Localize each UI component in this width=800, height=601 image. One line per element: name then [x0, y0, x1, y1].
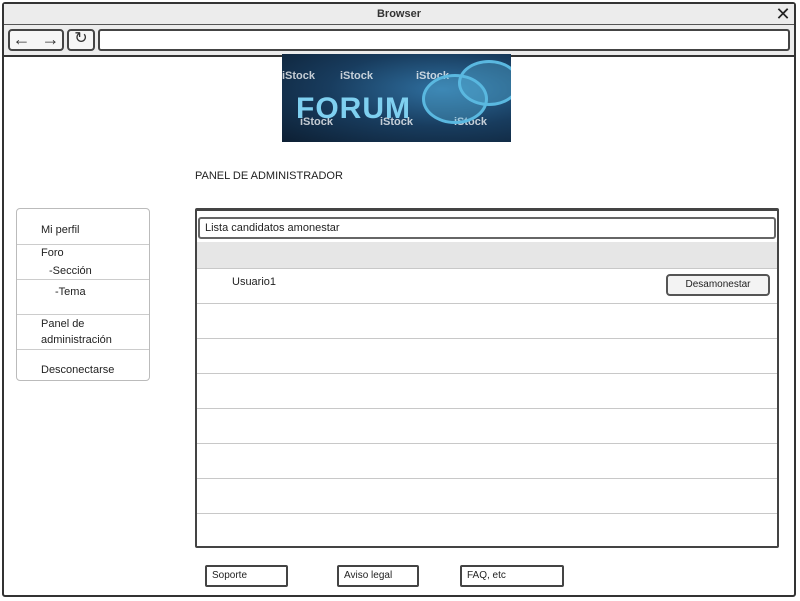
window-title: Browser [376, 8, 422, 20]
row-divider [197, 373, 777, 374]
sidebar-divider [17, 314, 149, 315]
sidebar-item-panel-admin-line2[interactable]: administración [41, 334, 112, 346]
sidebar-item-desconectarse[interactable]: Desconectarse [41, 364, 114, 376]
back-forward-buttons: ← → [8, 29, 64, 51]
user-name: Usuario1 [232, 276, 277, 288]
footer-link-faq[interactable]: FAQ, etc [460, 565, 564, 587]
page-title: PANEL DE ADMINISTRADOR [195, 170, 343, 182]
watermark-1: iStock [282, 70, 316, 82]
row-divider [197, 513, 777, 514]
forward-icon[interactable]: → [42, 29, 60, 49]
reload-button[interactable]: ↻ [67, 29, 95, 51]
sidebar-divider [17, 349, 149, 350]
speech-bubble-icon-2 [458, 60, 511, 106]
forum-banner-image: iStock iStock iStock iStock iStock iStoc… [282, 54, 511, 142]
row-divider [197, 338, 777, 339]
list-header-band [197, 242, 777, 268]
reload-icon: ↻ [74, 30, 88, 47]
row-divider [197, 443, 777, 444]
browser-toolbar: ← → ↻ [4, 25, 794, 57]
sidebar-item-foro[interactable]: Foro [41, 247, 64, 259]
sidebar-menu: Mi perfil Foro -Sección -Tema Panel de a… [16, 208, 150, 381]
row-divider [197, 478, 777, 479]
sidebar-divider [17, 244, 149, 245]
desamonestar-button[interactable]: Desamonestar [666, 274, 770, 296]
admin-panel: Lista candidatos amonestar Usuario1 Desa… [195, 208, 779, 548]
sidebar-item-seccion[interactable]: -Sección [49, 265, 92, 277]
list-title: Lista candidatos amonestar [198, 217, 776, 239]
banner-text: FORUM [296, 92, 411, 125]
sidebar-divider [17, 279, 149, 280]
close-icon[interactable]: ✕ [774, 4, 792, 24]
sidebar-item-tema[interactable]: -Tema [55, 286, 86, 298]
sidebar-item-mi-perfil[interactable]: Mi perfil [41, 224, 80, 236]
address-bar[interactable] [98, 29, 790, 51]
watermark-2: iStock [340, 70, 374, 82]
row-divider [197, 268, 777, 269]
footer-link-soporte[interactable]: Soporte [205, 565, 288, 587]
row-divider [197, 303, 777, 304]
sidebar-item-panel-admin[interactable]: Panel de [41, 318, 84, 330]
back-icon[interactable]: ← [12, 29, 30, 49]
title-bar: Browser ✕ [4, 4, 794, 25]
row-divider [197, 408, 777, 409]
footer-link-aviso-legal[interactable]: Aviso legal [337, 565, 419, 587]
